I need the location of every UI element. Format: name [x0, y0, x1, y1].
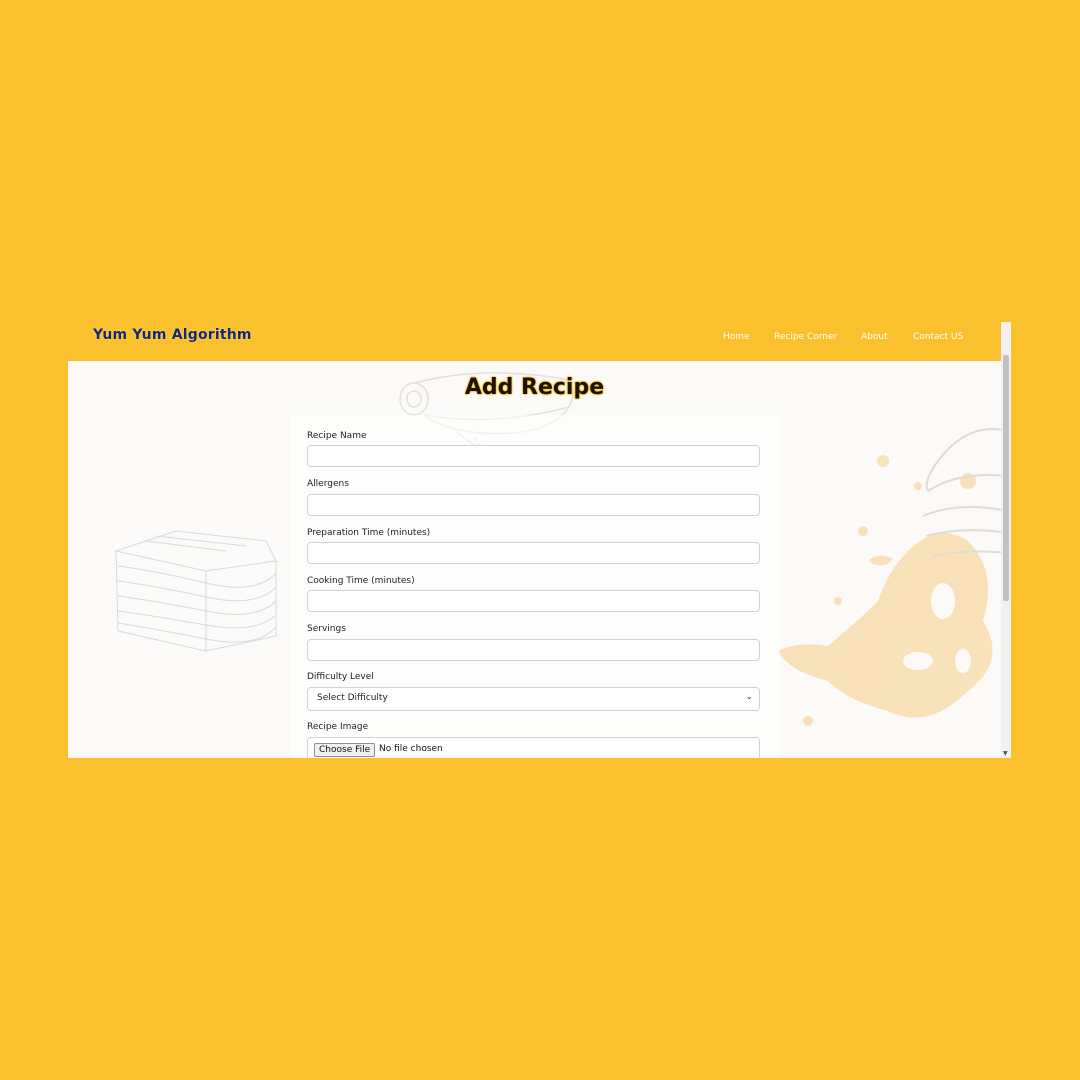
- nav-link-about[interactable]: About: [861, 332, 888, 342]
- arrow-down-icon[interactable]: ▼: [1003, 750, 1008, 757]
- main-content: Add Recipe Recipe Name Allergens Prepara…: [68, 361, 1001, 758]
- difficulty-select[interactable]: Select Difficulty ⌄: [307, 687, 760, 711]
- servings-input[interactable]: [307, 639, 760, 661]
- burger-sketch-illustration: [922, 428, 1001, 557]
- allergens-input[interactable]: [307, 494, 760, 516]
- difficulty-selected-value: Select Difficulty: [317, 693, 388, 703]
- servings-label: Servings: [307, 624, 346, 634]
- recipe-image-label: Recipe Image: [307, 722, 369, 732]
- navbar: Yum Yum Algorithm Home Recipe Corner Abo…: [68, 322, 1001, 361]
- difficulty-label: Difficulty Level: [307, 672, 374, 682]
- add-recipe-form: Recipe Name Allergens Preparation Time (…: [290, 415, 780, 758]
- cook-time-label: Cooking Time (minutes): [307, 576, 415, 586]
- page-title: Add Recipe: [464, 375, 605, 400]
- nav-link-contact-us[interactable]: Contact US: [913, 332, 963, 342]
- brand-logo[interactable]: Yum Yum Algorithm: [93, 327, 252, 343]
- recipe-image-file-input[interactable]: Choose File No file chosen: [307, 737, 760, 758]
- chevron-down-icon: ⌄: [745, 692, 753, 702]
- prep-time-label: Preparation Time (minutes): [307, 528, 431, 538]
- choose-file-button[interactable]: Choose File: [314, 743, 376, 757]
- scrollbar-thumb[interactable]: [1003, 355, 1009, 601]
- recipe-name-input[interactable]: [307, 445, 760, 467]
- file-status-text: No file chosen: [379, 744, 443, 754]
- prep-time-input[interactable]: [307, 542, 760, 564]
- pastry-sketch-illustration: [114, 530, 277, 652]
- nav-link-recipe-corner[interactable]: Recipe Corner: [774, 332, 837, 342]
- recipe-name-label: Recipe Name: [307, 431, 367, 441]
- browser-viewport: Yum Yum Algorithm Home Recipe Corner Abo…: [68, 322, 1011, 758]
- cook-time-input[interactable]: [307, 590, 760, 612]
- vertical-scrollbar[interactable]: ▼: [1001, 322, 1011, 758]
- nav-link-home[interactable]: Home: [723, 332, 750, 342]
- allergens-label: Allergens: [307, 479, 349, 489]
